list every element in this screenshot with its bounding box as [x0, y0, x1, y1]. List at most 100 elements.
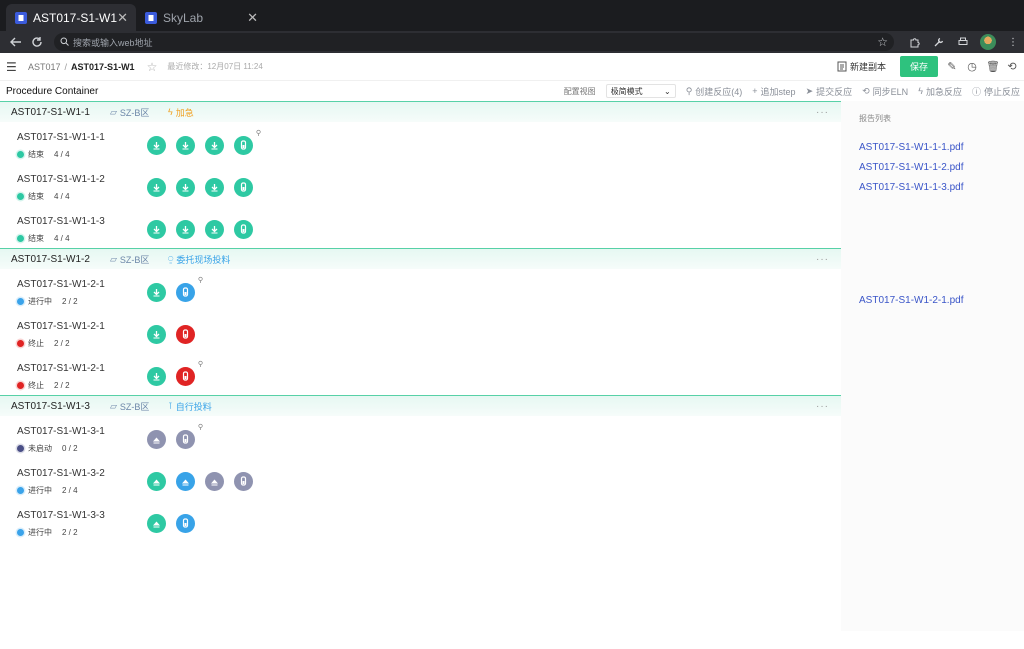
- status-label: 进行中: [28, 297, 52, 306]
- submit-reaction-button[interactable]: ➤ 提交反应: [806, 85, 853, 98]
- extension-icons: ⋮: [908, 34, 1020, 50]
- group-header[interactable]: AST017-S1-W1-3 ▱ SZ-B区 ⊺ 自行投料 ···: [0, 395, 841, 416]
- history-icon[interactable]: ◷: [966, 60, 978, 73]
- reaction-name[interactable]: AST017-S1-W1-1-1: [17, 132, 105, 143]
- tab-skylab[interactable]: SkyLab ✕: [136, 4, 266, 31]
- create-reaction-button[interactable]: ⚲ 创建反应(4): [686, 85, 743, 98]
- reaction-row[interactable]: AST017-S1-W1-1-1 结束 4 / 4 ⚲: [0, 122, 841, 164]
- more-options-icon[interactable]: ···: [816, 107, 829, 118]
- reaction-row[interactable]: AST017-S1-W1-1-3 结束 4 / 4: [0, 206, 841, 248]
- tab-ast017[interactable]: AST017-S1-W1 ✕: [6, 4, 136, 31]
- procedure-groups: AST017-S1-W1-1 ▱ SZ-B区 ϟ 加急 ··· AST017-S…: [0, 101, 841, 631]
- report-link[interactable]: AST017-S1-W1-1-2.pdf: [859, 162, 964, 173]
- step-up-icon[interactable]: [176, 472, 195, 491]
- view-select[interactable]: 极简模式 ⌄: [605, 84, 676, 98]
- reaction-row[interactable]: AST017-S1-W1-3-1 未启动 0 / 2 ⚲: [0, 416, 841, 458]
- step-down-icon[interactable]: [147, 136, 166, 155]
- step-down-icon[interactable]: [147, 367, 166, 386]
- wrench-icon[interactable]: [932, 35, 946, 49]
- sync-icon[interactable]: ⟲: [1006, 60, 1018, 73]
- reaction-row[interactable]: AST017-S1-W1-3-2 进行中 2 / 4: [0, 458, 841, 500]
- reaction-row[interactable]: AST017-S1-W1-1-2 结束 4 / 4: [0, 164, 841, 206]
- reaction-name[interactable]: AST017-S1-W1-2-1: [17, 321, 105, 332]
- more-options-icon[interactable]: ···: [816, 254, 829, 265]
- step-flask-icon[interactable]: [234, 472, 253, 491]
- step-down-icon[interactable]: [176, 178, 195, 197]
- bookmark-star-icon[interactable]: ☆: [877, 35, 888, 49]
- reaction-status: 终止 2 / 2: [17, 380, 70, 391]
- reaction-row[interactable]: AST017-S1-W1-2-1 终止 2 / 2 ⚲: [0, 353, 841, 395]
- step-flask-icon[interactable]: ⚲: [176, 361, 203, 386]
- reaction-status: 结束 4 / 4: [17, 149, 70, 160]
- step-down-icon[interactable]: [147, 283, 166, 302]
- append-step-button[interactable]: + 追加step: [752, 85, 795, 98]
- step-up-icon[interactable]: [147, 514, 166, 533]
- status-dot: [17, 340, 24, 347]
- profile-avatar[interactable]: [980, 34, 996, 50]
- app-page: ☰ AST017 / AST017-S1-W1 ☆ 最近修改：12月07日 11…: [0, 53, 1024, 649]
- report-link[interactable]: AST017-S1-W1-2-1.pdf: [859, 295, 964, 306]
- step-flask-icon[interactable]: [176, 514, 195, 533]
- reaction-name[interactable]: AST017-S1-W1-3-3: [17, 510, 105, 521]
- step-down-icon[interactable]: [147, 325, 166, 344]
- zoom-icon[interactable]: ⚲: [198, 360, 203, 368]
- step-flask-icon[interactable]: [176, 325, 195, 344]
- favorite-star-icon[interactable]: ☆: [147, 60, 158, 74]
- step-flask-icon[interactable]: [234, 220, 253, 239]
- zoom-icon[interactable]: ⚲: [256, 129, 261, 137]
- group-name: AST017-S1-W1-1: [11, 106, 90, 118]
- save-button[interactable]: 保存: [899, 56, 938, 77]
- more-menu-icon[interactable]: ⋮: [1006, 35, 1020, 49]
- address-input[interactable]: 搜索或输入web地址 ☆: [54, 33, 894, 51]
- step-count: 4 / 4: [54, 234, 70, 243]
- group-header[interactable]: AST017-S1-W1-1 ▱ SZ-B区 ϟ 加急 ···: [0, 101, 841, 122]
- menu-toggle-icon[interactable]: ☰: [6, 60, 18, 74]
- sync-eln-button[interactable]: ⟲ 同步ELN: [862, 85, 908, 98]
- step-flask-icon[interactable]: ⚲: [234, 130, 261, 155]
- edit-icon[interactable]: ✎: [946, 60, 958, 73]
- step-down-icon[interactable]: [147, 178, 166, 197]
- step-down-icon[interactable]: [205, 136, 224, 155]
- step-up-icon[interactable]: [147, 430, 166, 449]
- report-link[interactable]: AST017-S1-W1-1-3.pdf: [859, 182, 964, 193]
- step-flask-icon[interactable]: ⚲: [176, 277, 203, 302]
- group-header[interactable]: AST017-S1-W1-2 ▱ SZ-B区 ⍜ 委托现场投料 ···: [0, 248, 841, 269]
- puzzle-icon[interactable]: [908, 35, 922, 49]
- reaction-name[interactable]: AST017-S1-W1-1-3: [17, 216, 105, 227]
- tab-close-icon[interactable]: ✕: [117, 10, 128, 26]
- step-up-icon[interactable]: [205, 472, 224, 491]
- new-copy-button[interactable]: 新建副本: [837, 60, 886, 73]
- step-down-icon[interactable]: [176, 220, 195, 239]
- step-icons: [147, 514, 195, 533]
- view-label: 配置视图: [563, 86, 596, 96]
- step-flask-icon[interactable]: ⚲: [176, 424, 203, 449]
- reaction-name[interactable]: AST017-S1-W1-2-1: [17, 363, 105, 374]
- tab-title: AST017-S1-W1: [33, 10, 118, 25]
- step-flask-icon[interactable]: [234, 178, 253, 197]
- tab-close-icon[interactable]: ✕: [247, 10, 258, 26]
- breadcrumb-root[interactable]: AST017: [28, 62, 61, 72]
- step-up-icon[interactable]: [147, 472, 166, 491]
- reaction-name[interactable]: AST017-S1-W1-1-2: [17, 174, 105, 185]
- group-tag: ⍜ 委托现场投料: [168, 253, 230, 266]
- step-down-icon[interactable]: [205, 178, 224, 197]
- zoom-icon[interactable]: ⚲: [198, 276, 203, 284]
- back-arrow-icon[interactable]: [4, 32, 26, 52]
- step-down-icon[interactable]: [176, 136, 195, 155]
- more-options-icon[interactable]: ···: [816, 401, 829, 412]
- reaction-row[interactable]: AST017-S1-W1-3-3 进行中 2 / 2: [0, 500, 841, 542]
- reaction-row[interactable]: AST017-S1-W1-2-1 终止 2 / 2: [0, 311, 841, 353]
- step-down-icon[interactable]: [205, 220, 224, 239]
- step-down-icon[interactable]: [147, 220, 166, 239]
- reaction-name[interactable]: AST017-S1-W1-2-1: [17, 279, 105, 290]
- printer-icon[interactable]: [956, 35, 970, 49]
- report-link[interactable]: AST017-S1-W1-1-1.pdf: [859, 142, 964, 153]
- reaction-name[interactable]: AST017-S1-W1-3-1: [17, 426, 105, 437]
- reaction-row[interactable]: AST017-S1-W1-2-1 进行中 2 / 2 ⚲: [0, 269, 841, 311]
- reload-icon[interactable]: [26, 32, 48, 52]
- zoom-icon[interactable]: ⚲: [198, 423, 203, 431]
- stop-reaction-button[interactable]: ⓘ 停止反应: [972, 85, 1020, 98]
- reaction-name[interactable]: AST017-S1-W1-3-2: [17, 468, 105, 479]
- trash-icon[interactable]: 🗑: [986, 60, 1000, 73]
- urgent-reaction-button[interactable]: ϟ 加急反应: [918, 85, 962, 98]
